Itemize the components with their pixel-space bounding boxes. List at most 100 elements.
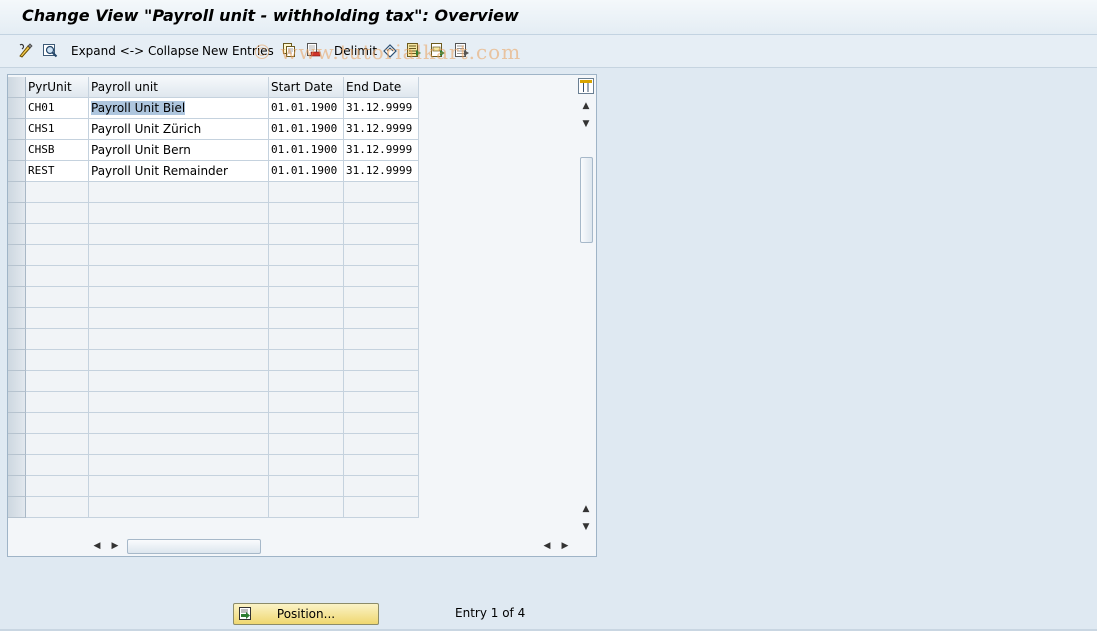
table-row-start-date[interactable]: 01.01.1900 (269, 140, 344, 161)
scroll-page-down-icon[interactable]: ▼ (579, 520, 593, 534)
table-row-start-date[interactable]: 01.01.1900 (269, 119, 344, 140)
empty-cell[interactable] (269, 266, 344, 287)
empty-cell[interactable] (344, 350, 419, 371)
row-selector[interactable] (8, 455, 26, 476)
table-row-end-date[interactable]: 31.12.9999 (344, 119, 419, 140)
scroll-page-left-icon[interactable]: ◀ (540, 539, 554, 553)
empty-cell[interactable] (89, 434, 269, 455)
empty-cell[interactable] (89, 329, 269, 350)
empty-cell[interactable] (344, 434, 419, 455)
empty-cell[interactable] (26, 287, 89, 308)
empty-cell[interactable] (269, 203, 344, 224)
empty-cell[interactable] (26, 329, 89, 350)
row-selector[interactable] (8, 203, 26, 224)
row-selector[interactable] (8, 350, 26, 371)
row-selector[interactable] (8, 224, 26, 245)
row-selector[interactable] (8, 287, 26, 308)
empty-cell[interactable] (344, 266, 419, 287)
empty-cell[interactable] (269, 308, 344, 329)
table-settings-icon[interactable] (578, 78, 594, 94)
empty-cell[interactable] (269, 434, 344, 455)
scroll-page-right-icon[interactable]: ▶ (558, 539, 572, 553)
horizontal-scroll-thumb[interactable] (127, 539, 261, 554)
scroll-right-icon[interactable]: ▶ (108, 539, 122, 553)
row-selector[interactable] (8, 497, 26, 518)
empty-cell[interactable] (344, 455, 419, 476)
row-selector[interactable] (8, 308, 26, 329)
select-all-column-header[interactable] (8, 77, 26, 98)
row-selector[interactable] (8, 140, 26, 161)
empty-cell[interactable] (344, 182, 419, 203)
table-row-pyrunit[interactable]: CHS1 (26, 119, 89, 140)
position-button[interactable]: Position... (233, 603, 379, 625)
empty-cell[interactable] (26, 245, 89, 266)
empty-cell[interactable] (89, 455, 269, 476)
empty-cell[interactable] (89, 266, 269, 287)
empty-cell[interactable] (26, 392, 89, 413)
empty-cell[interactable] (344, 476, 419, 497)
empty-cell[interactable] (344, 329, 419, 350)
row-selector[interactable] (8, 476, 26, 497)
empty-cell[interactable] (89, 476, 269, 497)
empty-cell[interactable] (89, 182, 269, 203)
row-selector[interactable] (8, 245, 26, 266)
table-row-pyrunit[interactable]: CHSB (26, 140, 89, 161)
empty-cell[interactable] (26, 455, 89, 476)
row-selector[interactable] (8, 329, 26, 350)
empty-cell[interactable] (89, 350, 269, 371)
empty-cell[interactable] (26, 308, 89, 329)
scroll-up-icon[interactable]: ▲ (579, 99, 593, 113)
empty-cell[interactable] (269, 476, 344, 497)
empty-cell[interactable] (89, 392, 269, 413)
empty-cell[interactable] (26, 224, 89, 245)
row-selector[interactable] (8, 182, 26, 203)
empty-cell[interactable] (269, 182, 344, 203)
empty-cell[interactable] (269, 455, 344, 476)
column-header-pyrunit[interactable]: PyrUnit (26, 77, 89, 98)
table-row-pyrunit[interactable]: REST (26, 161, 89, 182)
empty-cell[interactable] (26, 497, 89, 518)
empty-cell[interactable] (344, 371, 419, 392)
table-row-name[interactable]: Payroll Unit Remainder (89, 161, 269, 182)
table-row-start-date[interactable]: 01.01.1900 (269, 98, 344, 119)
column-header-end-date[interactable]: End Date (344, 77, 419, 98)
display-change-icon[interactable] (18, 42, 34, 58)
empty-cell[interactable] (269, 287, 344, 308)
empty-cell[interactable] (26, 203, 89, 224)
empty-cell[interactable] (89, 287, 269, 308)
row-selector[interactable] (8, 161, 26, 182)
row-selector[interactable] (8, 371, 26, 392)
empty-cell[interactable] (344, 203, 419, 224)
empty-cell[interactable] (269, 245, 344, 266)
empty-cell[interactable] (89, 203, 269, 224)
empty-cell[interactable] (344, 224, 419, 245)
column-header-payroll-unit[interactable]: Payroll unit (89, 77, 269, 98)
empty-cell[interactable] (344, 413, 419, 434)
empty-cell[interactable] (26, 476, 89, 497)
row-selector[interactable] (8, 119, 26, 140)
empty-cell[interactable] (26, 350, 89, 371)
vertical-scroll-thumb[interactable] (580, 157, 593, 243)
empty-cell[interactable] (26, 182, 89, 203)
empty-cell[interactable] (269, 224, 344, 245)
empty-cell[interactable] (269, 413, 344, 434)
empty-cell[interactable] (269, 371, 344, 392)
table-row-end-date[interactable]: 31.12.9999 (344, 98, 419, 119)
horizontal-scrollbar[interactable]: ◀ ▶ ◀ ▶ (90, 537, 580, 556)
row-selector[interactable] (8, 266, 26, 287)
column-header-start-date[interactable]: Start Date (269, 77, 344, 98)
empty-cell[interactable] (89, 413, 269, 434)
scroll-page-up-icon[interactable]: ▲ (579, 502, 593, 516)
empty-cell[interactable] (89, 497, 269, 518)
empty-cell[interactable] (269, 497, 344, 518)
empty-cell[interactable] (26, 371, 89, 392)
scroll-down-icon[interactable]: ▼ (579, 117, 593, 131)
empty-cell[interactable] (344, 392, 419, 413)
empty-cell[interactable] (89, 245, 269, 266)
table-row-name[interactable]: Payroll Unit Zürich (89, 119, 269, 140)
empty-cell[interactable] (344, 245, 419, 266)
empty-cell[interactable] (344, 287, 419, 308)
empty-cell[interactable] (89, 371, 269, 392)
row-selector[interactable] (8, 434, 26, 455)
table-row-end-date[interactable]: 31.12.9999 (344, 140, 419, 161)
